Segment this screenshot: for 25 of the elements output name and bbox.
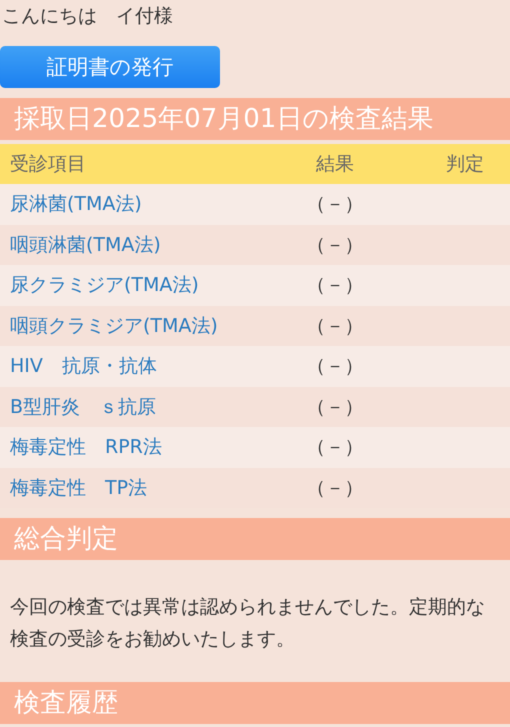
test-item-link[interactable]: 咽頭淋菌(TMA法) — [10, 234, 161, 256]
test-item-link[interactable]: 咽頭クラミジア(TMA法) — [10, 314, 218, 337]
result-cell: （－） — [306, 193, 364, 216]
section-header: 採取日2025年07月01日の検査結果 — [0, 98, 510, 140]
test-item-link[interactable]: 尿淋菌(TMA法) — [10, 193, 142, 216]
result-cell: （－） — [306, 476, 364, 499]
column-header: 受診項目 — [9, 152, 87, 177]
summary-text: 今回の検査では異常は認められませんでした。定期的な検査の受診をお勧めいたします。 — [9, 595, 486, 652]
test-item-link[interactable]: HIV 抗原・抗体 — [10, 355, 157, 378]
column-header: 結果 — [315, 152, 355, 177]
result-cell: （－） — [306, 234, 364, 256]
section-header: 検査履歴 — [0, 682, 510, 724]
result-cell: （－） — [306, 396, 364, 418]
result-cell: （－） — [306, 355, 364, 378]
test-item-link[interactable]: 梅毒定性 TP法 — [10, 476, 148, 499]
result-cell: （－） — [306, 274, 364, 296]
section-header: 総合判定 — [0, 518, 510, 560]
column-header: 判定 — [445, 152, 485, 177]
issue-certificate-button[interactable]: 証明書の発行 — [0, 46, 220, 88]
result-cell: （－） — [306, 436, 364, 458]
test-item-link[interactable]: 梅毒定性 RPR法 — [10, 436, 162, 458]
greeting-text: こんにちは イ付様 — [1, 4, 174, 29]
test-item-link[interactable]: B型肝炎 ｓ抗原 — [10, 396, 156, 418]
test-item-link[interactable]: 尿クラミジア(TMA法) — [10, 274, 199, 296]
result-cell: （－） — [306, 314, 364, 337]
